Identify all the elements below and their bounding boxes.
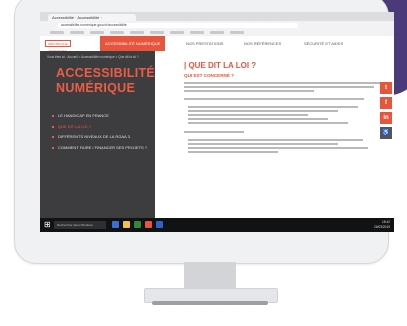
section-title: ACCESSIBILITÉ NUMÉRIQUE: [56, 66, 155, 96]
bookmark[interactable]: [70, 31, 84, 34]
file-explorer-icon[interactable]: [123, 221, 130, 228]
main-content: | QUE DIT LA LOI ? QUI EST CONCERNÉ ?: [155, 51, 394, 218]
nav-item-securite[interactable]: SÉCURITÉ ET AIDES: [304, 36, 343, 51]
breadcrumb: Vous êtes ici : Accueil > Accessibilité …: [47, 55, 139, 59]
windows-start-icon[interactable]: ⊞: [44, 221, 51, 229]
nav-item-references[interactable]: NOS RÉFÉRENCES: [244, 36, 281, 51]
section-title-line: NUMÉRIQUE: [56, 81, 136, 95]
social-share-bar: t f in ♿: [379, 82, 393, 162]
text-line: [188, 151, 278, 153]
nav-item-prestations[interactable]: NOS PRESTATIONS: [186, 36, 223, 51]
section-subtitle: QUI EST CONCERNÉ ?: [184, 73, 235, 78]
bookmark[interactable]: [170, 31, 184, 34]
bookmark[interactable]: [130, 31, 144, 34]
section-title-line: ACCESSIBILITÉ: [56, 66, 156, 80]
sidebar-item-financer[interactable]: COMMENT FAIRE / FINANCER SES PROJETS ?: [52, 145, 148, 151]
monitor-bezel: Accessibilité · Accessibilité · accessib…: [14, 0, 394, 264]
text-line: [188, 118, 328, 120]
sidebar-item-loi[interactable]: QUE DIT LA LOI ?: [52, 124, 148, 130]
text-line: [188, 114, 308, 116]
bookmark[interactable]: [110, 31, 124, 34]
sidebar-item-handicap[interactable]: LE HANDICAP EN FRANCE: [52, 113, 148, 119]
text-line: [188, 110, 338, 112]
bookmark[interactable]: [190, 31, 204, 34]
bookmark[interactable]: [230, 31, 244, 34]
text-line: [184, 98, 364, 100]
sidebar: Vous êtes ici : Accueil > Accessibilité …: [40, 51, 155, 218]
taskbar-clock[interactable]: 18:42 26/03/2019: [362, 220, 390, 229]
twitter-icon[interactable]: t: [380, 82, 392, 94]
linkedin-icon[interactable]: in: [380, 112, 392, 124]
accessibility-icon[interactable]: ♿: [380, 127, 392, 139]
text-line: [184, 90, 314, 92]
monitor-stand-neck: [184, 262, 236, 290]
site-navigation: RÉPUBLIQUE FRANÇAISE ACCESSIBILITÉ NUMÉR…: [40, 36, 394, 53]
store-icon[interactable]: [134, 221, 141, 228]
text-line: [188, 147, 368, 149]
bookmark[interactable]: [90, 31, 104, 34]
task-view-icon[interactable]: [112, 221, 119, 228]
page-title: | QUE DIT LA LOI ?: [184, 61, 257, 70]
text-line: [188, 139, 363, 141]
address-input[interactable]: accessibilite-numerique.gouv.fr/accessib…: [58, 23, 298, 28]
text-line: [184, 131, 244, 133]
browser-tab[interactable]: Accessibilité · Accessibilité ·: [48, 14, 136, 21]
nav-item-accessibilite[interactable]: ACCESSIBILITÉ NUMÉRIQUE: [100, 36, 166, 51]
sidebar-menu: LE HANDICAP EN FRANCE QUE DIT LA LOI ? D…: [52, 113, 148, 155]
browser-icon[interactable]: [145, 221, 152, 228]
bookmark[interactable]: [150, 31, 164, 34]
bookmark[interactable]: [50, 31, 64, 34]
text-line: [188, 106, 358, 108]
text-line: [184, 86, 374, 88]
sidebar-item-niveaux[interactable]: DIFFÉRENTS NIVEAUX DE LA RGAA 3: [52, 134, 148, 140]
bookmark[interactable]: [210, 31, 224, 34]
text-line: [184, 82, 380, 84]
text-line: [188, 143, 338, 145]
clock-date: 26/03/2019: [374, 224, 390, 229]
screen: Accessibilité · Accessibilité · accessib…: [40, 12, 394, 232]
monitor-stand-shadow: [152, 301, 268, 305]
windows-taskbar: ⊞ Rechercher dans Windows 18:42 26/03/20…: [40, 218, 394, 232]
browser-tab-bar: Accessibilité · Accessibilité ·: [40, 12, 394, 21]
facebook-icon[interactable]: f: [380, 97, 392, 109]
site-logo[interactable]: RÉPUBLIQUE FRANÇAISE: [45, 40, 71, 53]
mail-icon[interactable]: [156, 221, 163, 228]
text-line: [188, 122, 348, 124]
taskbar-search-input[interactable]: Rechercher dans Windows: [54, 221, 106, 229]
